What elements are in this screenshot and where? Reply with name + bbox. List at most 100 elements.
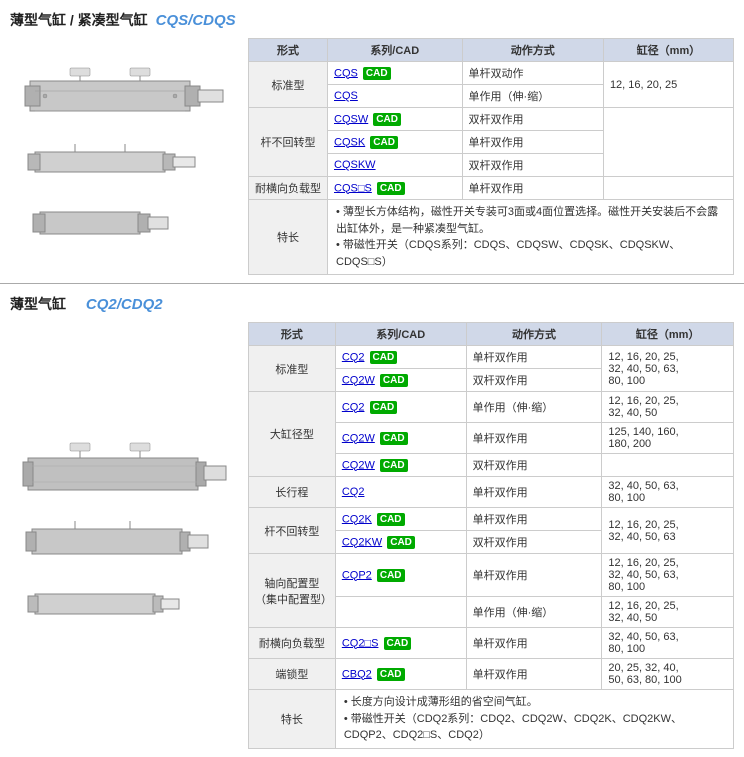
section-cq2: 薄型气缸 CQ2/CDQ2 — [10, 292, 734, 749]
th-action-1: 动作方式 — [462, 39, 603, 62]
table-row: 杆不回转型 CQ2K CAD 单杆双作用 12, 16, 20, 25,32, … — [249, 508, 734, 531]
series-cqs-2: CQS — [328, 85, 463, 108]
table-row: 大缸径型 CQ2 CAD 单作用（伸·缩） 12, 16, 20, 25,32,… — [249, 392, 734, 423]
cad-badge: CAD — [363, 67, 391, 80]
cad-badge: CAD — [373, 113, 401, 126]
th-diameter-1: 缸径（mm） — [603, 39, 733, 62]
action-cq2w-large: 单杆双作用 — [466, 423, 602, 454]
series-cqskw: CQSKW — [328, 154, 463, 177]
series-cq2w-large: CQ2W CAD — [335, 423, 466, 454]
cad-badge: CAD — [380, 432, 408, 445]
image-area-2 — [10, 322, 240, 749]
action-cq2s: 单杆双作用 — [466, 628, 602, 659]
label-lateral-1: 耐横向负载型 — [249, 177, 328, 200]
cylinder-img-cqs-1 — [20, 66, 230, 126]
table-cq2: 形式 系列/CAD 动作方式 缸径（mm） 标准型 CQ2 CAD 单杆双作用 … — [248, 322, 734, 749]
label-endlock: 端锁型 — [249, 659, 336, 690]
th-form-2: 形式 — [249, 323, 336, 346]
label-lateral-2: 耐横向负载型 — [249, 628, 336, 659]
action-cqs-1: 单杆双动作 — [462, 62, 603, 85]
section-title-cn-2: 薄型气缸 — [10, 294, 66, 314]
cad-badge: CAD — [377, 182, 405, 195]
series-cq2s: CQ2□S CAD — [335, 628, 466, 659]
label-standard-2: 标准型 — [249, 346, 336, 392]
label-feature-1: 特长 — [249, 200, 328, 275]
cad-badge: CAD — [370, 136, 398, 149]
cad-badge: CAD — [370, 351, 398, 364]
link-cq2-l1[interactable]: CQ2 — [342, 401, 365, 413]
action-cqskw: 双杆双作用 — [462, 154, 603, 177]
series-cqp2-2 — [335, 597, 466, 628]
diameter-cq2-norot: 12, 16, 20, 25,32, 40, 50, 63 — [602, 508, 734, 554]
series-cqsw: CQSW CAD — [328, 108, 463, 131]
series-cq2w-std: CQ2W CAD — [335, 369, 466, 392]
table-row: 耐横向负载型 CQ2□S CAD 单杆双作用 32, 40, 50, 63,80… — [249, 628, 734, 659]
label-norot-1: 杆不回转型 — [249, 108, 328, 177]
link-cqp2[interactable]: CQP2 — [342, 569, 372, 581]
feature-cell-2: 长度方向设计成薄形组的省空间气缸。 带磁性开关（CDQ2系列：CDQ2、CDQ2… — [335, 690, 733, 749]
feature-cell-1: 薄型长方体结构，磁性开关专装可3面或4面位置选择。磁性开关安装后不会露出缸体外，… — [328, 200, 734, 275]
action-cq2-std1: 单杆双作用 — [466, 346, 602, 369]
action-cqs-2: 单作用（伸·缩） — [462, 85, 603, 108]
cylinder-img-cq2-1 — [20, 440, 230, 505]
action-cq2w-large2: 双杆双作用 — [466, 454, 602, 477]
section-cqs: 薄型气缸 / 紧凑型气缸 CQS/CDQS — [10, 8, 734, 275]
link-cqsw[interactable]: CQSW — [334, 113, 368, 125]
th-action-2: 动作方式 — [466, 323, 602, 346]
series-cq2-long: CQ2 — [335, 477, 466, 508]
cylinder-img-cqs-3 — [20, 197, 230, 247]
th-diameter-2: 缸径（mm） — [602, 323, 734, 346]
link-cqs[interactable]: CQS — [334, 67, 358, 79]
table-row: 杆不回转型 CQSW CAD 双杆双作用 — [249, 108, 734, 131]
table-row: 标准型 CQS CAD 单杆双动作 12, 16, 20, 25 — [249, 62, 734, 85]
section-title-en-2: CQ2/CDQ2 — [86, 296, 163, 313]
section-title-en-1: CQS/CDQS — [156, 12, 236, 29]
label-largecyl: 大缸径型 — [249, 392, 336, 477]
series-cqsk: CQSK CAD — [328, 131, 463, 154]
link-cq2w[interactable]: CQ2W — [342, 374, 375, 386]
cylinder-img-cqs-2 — [20, 134, 230, 189]
cad-badge: CAD — [380, 374, 408, 387]
link-cqs2[interactable]: CQS — [334, 90, 358, 102]
link-cq2-long[interactable]: CQ2 — [342, 486, 365, 498]
link-cqsk[interactable]: CQSK — [334, 136, 365, 148]
content-area-2: 形式 系列/CAD 动作方式 缸径（mm） 标准型 CQ2 CAD 单杆双作用 … — [10, 322, 734, 749]
link-cq2[interactable]: CQ2 — [342, 351, 365, 363]
cad-badge: CAD — [370, 401, 398, 414]
cylinder-img-cq2-3 — [20, 576, 230, 631]
link-cqskw[interactable]: CQSKW — [334, 159, 376, 171]
link-cqss[interactable]: CQS□S — [334, 182, 372, 194]
separator-1 — [0, 283, 744, 284]
th-series-1: 系列/CAD — [328, 39, 463, 62]
content-area-1: 形式 系列/CAD 动作方式 缸径（mm） 标准型 CQS CAD 单杆双动作 … — [10, 38, 734, 275]
series-cq2-std1: CQ2 CAD — [335, 346, 466, 369]
th-series-2: 系列/CAD — [335, 323, 466, 346]
table-row: 轴向配置型 （集中配置型） CQP2 CAD 单杆双作用 12, 16, 20,… — [249, 554, 734, 597]
series-cq2-large1: CQ2 CAD — [335, 392, 466, 423]
th-form-1: 形式 — [249, 39, 328, 62]
section-header-cq2: 薄型气缸 CQ2/CDQ2 — [10, 292, 734, 316]
table-cqs: 形式 系列/CAD 动作方式 缸径（mm） 标准型 CQS CAD 单杆双动作 … — [248, 38, 734, 275]
series-cq2kw: CQ2KW CAD — [335, 531, 466, 554]
link-cq2kw[interactable]: CQ2KW — [342, 536, 382, 548]
series-cq2w-large2: CQ2W CAD — [335, 454, 466, 477]
image-area-1 — [10, 38, 240, 275]
series-cqss: CQS□S CAD — [328, 177, 463, 200]
diameter-cqs-standard: 12, 16, 20, 25 — [603, 62, 733, 108]
cad-badge: CAD — [384, 637, 412, 650]
table-row-feature-2: 特长 长度方向设计成薄形组的省空间气缸。 带磁性开关（CDQ2系列：CDQ2、C… — [249, 690, 734, 749]
action-cq2k: 单杆双作用 — [466, 508, 602, 531]
link-cq2s[interactable]: CQ2□S — [342, 637, 379, 649]
link-cq2k[interactable]: CQ2K — [342, 513, 372, 525]
series-cq2k: CQ2K CAD — [335, 508, 466, 531]
action-cq2-long: 单杆双作用 — [466, 477, 602, 508]
diameter-cq2-long: 32, 40, 50, 63,80, 100 — [602, 477, 734, 508]
action-cqsk: 单杆双作用 — [462, 131, 603, 154]
label-longstroke: 长行程 — [249, 477, 336, 508]
link-cq2w-l[interactable]: CQ2W — [342, 432, 375, 444]
spacer — [74, 296, 78, 312]
table-row: 长行程 CQ2 单杆双作用 32, 40, 50, 63,80, 100 — [249, 477, 734, 508]
link-cq2w-l2[interactable]: CQ2W — [342, 459, 375, 471]
table-row: 耐横向负载型 CQS□S CAD 单杆双作用 — [249, 177, 734, 200]
link-cbq2[interactable]: CBQ2 — [342, 668, 372, 680]
